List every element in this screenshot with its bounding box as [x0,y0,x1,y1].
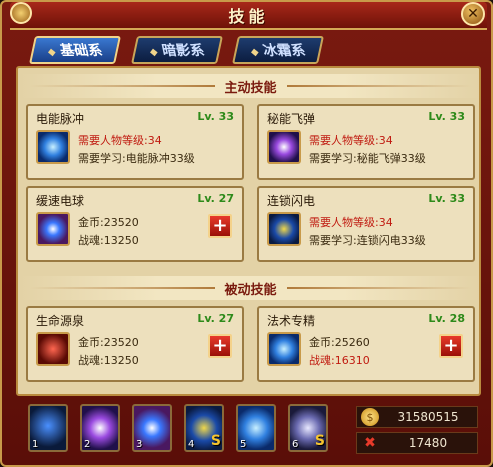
chain-lightning-icon[interactable] [267,212,301,246]
tab-label: 冰霜系 [261,43,308,59]
requirement-level: 需要人物等级:34 [309,134,393,147]
window-title: 技能 [228,7,269,26]
requirement-skill: 需要学习:连锁闪电33级 [309,234,426,247]
slot-number: 5 [240,439,247,450]
skill-name: 秘能飞弹 [267,112,316,126]
section-label: 主动技能 [224,80,277,96]
tab-bar: ◆基础系 ◆暗影系 ◆冰霜系 [29,36,325,64]
plus-icon: + [212,215,228,236]
s-rank-icon: S [210,433,221,449]
tab-label: 基础系 [58,43,104,59]
soul-cost: 战魂:13250 [78,234,139,247]
skill-name: 连锁闪电 [267,194,316,208]
plus-icon: + [443,335,459,356]
hotbar-slot-1[interactable]: 1 [28,404,68,452]
tab-arrow-icon: ◆ [148,47,159,58]
gold-display: $ 31580515 [356,406,478,428]
skill-card-life-fountain[interactable]: 生命源泉 Lv. 27 金币:23520 战魂:13250 + [26,306,244,382]
hotbar-slot-5[interactable]: 5 [236,404,276,452]
tab-basic[interactable]: ◆基础系 [29,36,121,64]
hotbar-slot-4[interactable]: 4 S [184,404,224,452]
slot-number: 1 [32,439,39,450]
skill-name: 法术专精 [267,314,316,328]
requirement-level: 需要人物等级:34 [78,134,162,147]
divider [286,85,472,87]
passive-skills-header: 被动技能 [20,276,481,300]
requirement-skill: 需要学习:秘能飞弹33级 [309,152,426,165]
slot-number: 4 [188,439,195,450]
upgrade-button[interactable]: + [208,334,232,358]
skill-level: Lv. 27 [197,312,234,325]
upgrade-button[interactable]: + [439,334,463,358]
tab-shadow[interactable]: ◆暗影系 [130,36,223,64]
hotbar-slot-6[interactable]: 6 S [288,404,328,452]
tab-arrow-icon: ◆ [46,47,57,58]
gold-cost: 金币:25260 [309,336,370,349]
skill-card-spell-mastery[interactable]: 法术专精 Lv. 28 金币:25260 战魂:16310 + [257,306,475,382]
tab-arrow-icon: ◆ [250,47,261,58]
close-icon: ✕ [467,6,479,22]
skill-level: Lv. 33 [197,110,234,123]
gold-cost: 金币:23520 [78,216,139,229]
slot-number: 3 [136,439,143,450]
lightning-pulse-icon[interactable] [36,130,70,164]
skill-card-chain-lightning[interactable]: 连锁闪电 Lv. 33 需要人物等级:34 需要学习:连锁闪电33级 [257,186,475,262]
section-label: 被动技能 [224,282,277,298]
tab-label: 暗影系 [159,43,206,59]
skill-level: Lv. 27 [197,192,234,205]
title-bar: 技能 ✕ [10,2,487,30]
requirement-level: 需要人物等级:34 [309,216,393,229]
plus-icon: + [212,335,228,356]
soul-cost: 战魂:13250 [78,354,139,367]
skill-level: Lv. 28 [428,312,465,325]
slot-number: 2 [84,439,91,450]
s-rank-icon: S [314,433,325,449]
active-skills-header: 主动技能 [20,74,481,98]
divider [30,287,215,289]
soul-icon: ✖ [364,435,376,451]
gold-value: 31580515 [397,410,459,424]
skill-level: Lv. 33 [428,192,465,205]
skill-name: 生命源泉 [36,314,85,328]
close-button[interactable]: ✕ [461,2,485,26]
gold-cost: 金币:23520 [78,336,139,349]
soul-display: ✖ 17480 [356,432,478,454]
skill-panel: 主动技能 电能脉冲 Lv. 33 需要人物等级:34 需要学习:电能脉冲33级 … [16,66,481,396]
hotbar-slot-2[interactable]: 2 [80,404,120,452]
slow-orb-icon[interactable] [36,212,70,246]
skill-name: 缓速电球 [36,194,85,208]
spell-mastery-icon[interactable] [267,332,301,366]
divider [286,287,472,289]
tab-frost[interactable]: ◆冰霜系 [232,36,325,64]
skill-card-arcane-missile[interactable]: 秘能飞弹 Lv. 33 需要人物等级:34 需要学习:秘能飞弹33级 [257,104,475,180]
hotbar-area: 1 2 3 4 S 5 6 S $ 31580515 ✖ 17480 [16,402,481,462]
skill-window: 技能 ✕ ◆基础系 ◆暗影系 ◆冰霜系 主动技能 电能脉冲 Lv. 33 需要人… [0,0,493,467]
soul-cost: 战魂:16310 [309,354,370,367]
arcane-missile-icon[interactable] [267,130,301,164]
skill-card-slow-orb[interactable]: 缓速电球 Lv. 27 金币:23520 战魂:13250 + [26,186,244,262]
skill-level: Lv. 33 [428,110,465,123]
skill-name: 电能脉冲 [36,112,85,126]
slot-number: 6 [292,439,299,450]
upgrade-button[interactable]: + [208,214,232,238]
gold-coin-icon: $ [361,408,379,426]
soul-value: 17480 [408,436,448,450]
life-fountain-icon[interactable] [36,332,70,366]
hotbar-slot-3[interactable]: 3 [132,404,172,452]
skill-card-lightning-pulse[interactable]: 电能脉冲 Lv. 33 需要人物等级:34 需要学习:电能脉冲33级 [26,104,244,180]
gem-ornament-icon [10,2,32,24]
requirement-skill: 需要学习:电能脉冲33级 [78,152,195,165]
divider [30,85,215,87]
